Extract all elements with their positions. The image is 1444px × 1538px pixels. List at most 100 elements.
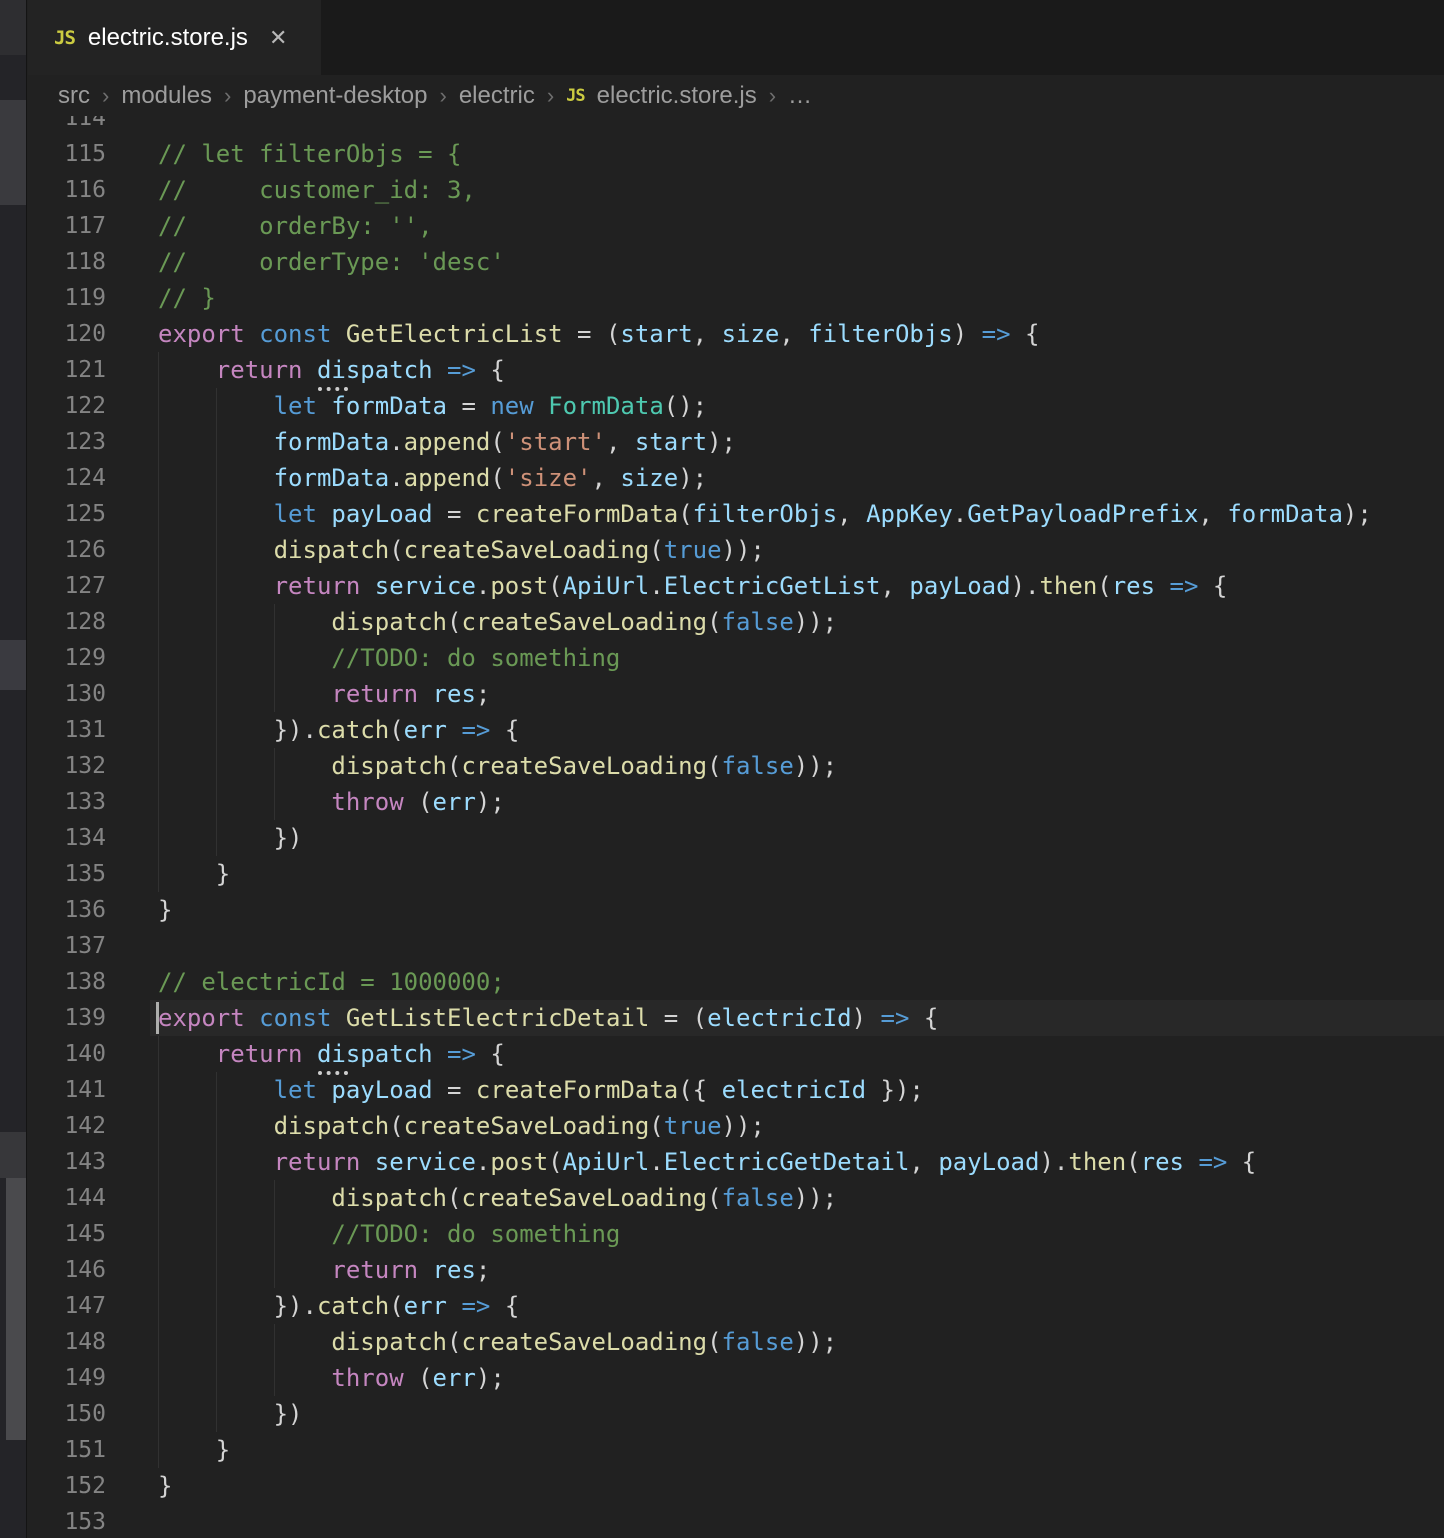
code-line[interactable]: 133 throw (err); bbox=[28, 784, 1444, 820]
code-line[interactable]: 139export const GetListElectricDetail = … bbox=[28, 1000, 1444, 1036]
indent-guide bbox=[274, 640, 275, 676]
code-line[interactable]: 153 bbox=[28, 1504, 1444, 1538]
token-comment: // customer_id: 3, bbox=[158, 176, 476, 204]
token-variable: size bbox=[722, 320, 780, 348]
code-line[interactable]: 130 return res; bbox=[28, 676, 1444, 712]
token-variable-hint: dispatch bbox=[317, 352, 433, 388]
code-line[interactable]: 152} bbox=[28, 1468, 1444, 1504]
side-panel-item bbox=[0, 1132, 26, 1178]
code-line[interactable]: 134 }) bbox=[28, 820, 1444, 856]
code-line[interactable]: 148 dispatch(createSaveLoading(false)); bbox=[28, 1324, 1444, 1360]
code-line[interactable]: 128 dispatch(createSaveLoading(false)); bbox=[28, 604, 1444, 640]
code-line[interactable]: 145 //TODO: do something bbox=[28, 1216, 1444, 1252]
code-line-text: } bbox=[158, 1432, 230, 1468]
breadcrumb-item-payment-desktop[interactable]: payment-desktop bbox=[243, 82, 427, 110]
token-keyword: => bbox=[982, 320, 1011, 348]
token-variable: electricId bbox=[722, 1076, 867, 1104]
token-punctuation: . bbox=[389, 428, 403, 456]
token-punctuation bbox=[433, 356, 447, 384]
indent-guide bbox=[274, 604, 275, 640]
code-line[interactable]: 131 }).catch(err => { bbox=[28, 712, 1444, 748]
code-line[interactable]: 127 return service.post(ApiUrl.ElectricG… bbox=[28, 568, 1444, 604]
indent-guide bbox=[158, 1360, 159, 1396]
tab-electric-store-js[interactable]: JS electric.store.js ✕ bbox=[28, 0, 321, 75]
token-punctuation: ( bbox=[447, 608, 461, 636]
token-punctuation bbox=[360, 1148, 374, 1176]
line-number: 138 bbox=[28, 969, 106, 995]
code-line[interactable]: 138// electricId = 1000000; bbox=[28, 964, 1444, 1000]
token-punctuation: ) bbox=[953, 320, 982, 348]
token-keyword: false bbox=[722, 1184, 794, 1212]
code-line[interactable]: 123 formData.append('start', start); bbox=[28, 424, 1444, 460]
token-punctuation: , bbox=[1198, 500, 1227, 528]
side-panel-item bbox=[6, 1178, 26, 1440]
indent-guide bbox=[158, 1144, 159, 1180]
code-line[interactable]: 150 }) bbox=[28, 1396, 1444, 1432]
indent-guide bbox=[158, 604, 159, 640]
code-line[interactable]: 141 let payLoad = createFormData({ elect… bbox=[28, 1072, 1444, 1108]
code-line[interactable]: 120export const GetElectricList = (start… bbox=[28, 316, 1444, 352]
code-line[interactable]: 135 } bbox=[28, 856, 1444, 892]
code-line[interactable]: 119// } bbox=[28, 280, 1444, 316]
token-punctuation bbox=[447, 716, 461, 744]
indent-guide bbox=[216, 1144, 217, 1180]
indent-guide bbox=[158, 1324, 159, 1360]
line-number: 116 bbox=[28, 177, 106, 203]
code-line[interactable]: 144 dispatch(createSaveLoading(false)); bbox=[28, 1180, 1444, 1216]
token-keyword: const bbox=[259, 1004, 331, 1032]
code-line[interactable]: 146 return res; bbox=[28, 1252, 1444, 1288]
code-line[interactable]: 122 let formData = new FormData(); bbox=[28, 388, 1444, 424]
code-line[interactable]: 136} bbox=[28, 892, 1444, 928]
breadcrumb-symbol-tail[interactable]: … bbox=[788, 82, 812, 110]
indent-guide bbox=[158, 820, 159, 856]
code-editor[interactable]: 114115// let filterObjs = {116// custome… bbox=[28, 100, 1444, 1538]
token-function: GetListElectricDetail bbox=[346, 1004, 649, 1032]
code-line[interactable]: 124 formData.append('size', size); bbox=[28, 460, 1444, 496]
code-line-text: dispatch(createSaveLoading(true)); bbox=[158, 532, 765, 568]
token-variable: payLoad bbox=[331, 500, 432, 528]
code-line[interactable]: 118// orderType: 'desc' bbox=[28, 244, 1444, 280]
indent-guide bbox=[216, 424, 217, 460]
breadcrumb-item-src[interactable]: src bbox=[58, 82, 90, 110]
token-punctuation bbox=[1184, 1148, 1198, 1176]
breadcrumb-item-file[interactable]: electric.store.js bbox=[597, 82, 757, 110]
code-line[interactable]: 132 dispatch(createSaveLoading(false)); bbox=[28, 748, 1444, 784]
code-line[interactable]: 143 return service.post(ApiUrl.ElectricG… bbox=[28, 1144, 1444, 1180]
token-punctuation: ( bbox=[447, 752, 461, 780]
breadcrumb-item-modules[interactable]: modules bbox=[121, 82, 212, 110]
code-line[interactable]: 115// let filterObjs = { bbox=[28, 136, 1444, 172]
indent-guide bbox=[158, 352, 159, 388]
indent-guide bbox=[158, 424, 159, 460]
code-line[interactable]: 126 dispatch(createSaveLoading(true)); bbox=[28, 532, 1444, 568]
token-punctuation: ( bbox=[707, 752, 721, 780]
code-line[interactable]: 116 // customer_id: 3, bbox=[28, 172, 1444, 208]
code-line[interactable]: 140 return dispatch => { bbox=[28, 1036, 1444, 1072]
tab-close-icon[interactable]: ✕ bbox=[269, 25, 287, 51]
token-punctuation: ); bbox=[476, 1364, 505, 1392]
line-number: 152 bbox=[28, 1473, 106, 1499]
code-line[interactable]: 147 }).catch(err => { bbox=[28, 1288, 1444, 1324]
token-punctuation: { bbox=[476, 356, 505, 384]
code-line[interactable]: 142 dispatch(createSaveLoading(true)); bbox=[28, 1108, 1444, 1144]
code-line[interactable]: 137 bbox=[28, 928, 1444, 964]
token-keyword: const bbox=[259, 320, 331, 348]
token-punctuation: )); bbox=[794, 608, 837, 636]
code-line[interactable]: 121 return dispatch => { bbox=[28, 352, 1444, 388]
code-line[interactable]: 117// orderBy: '', bbox=[28, 208, 1444, 244]
code-line[interactable]: 151 } bbox=[28, 1432, 1444, 1468]
code-line[interactable]: 125 let payLoad = createFormData(filterO… bbox=[28, 496, 1444, 532]
code-line[interactable]: 129 //TODO: do something bbox=[28, 640, 1444, 676]
token-variable: filterObjs bbox=[693, 500, 838, 528]
breadcrumb-item-electric[interactable]: electric bbox=[459, 82, 535, 110]
token-function: then bbox=[1068, 1148, 1126, 1176]
token-punctuation bbox=[245, 1004, 259, 1032]
indent-guide bbox=[216, 820, 217, 856]
text-cursor bbox=[156, 1002, 159, 1034]
code-line[interactable]: 149 throw (err); bbox=[28, 1360, 1444, 1396]
token-punctuation: ( bbox=[447, 1328, 461, 1356]
token-punctuation: ( bbox=[490, 428, 504, 456]
token-punctuation: ( bbox=[1126, 1148, 1140, 1176]
code-line-text: let payLoad = createFormData(filterObjs,… bbox=[158, 496, 1372, 532]
token-function: createFormData bbox=[476, 500, 678, 528]
code-line-text: dispatch(createSaveLoading(false)); bbox=[158, 748, 837, 784]
